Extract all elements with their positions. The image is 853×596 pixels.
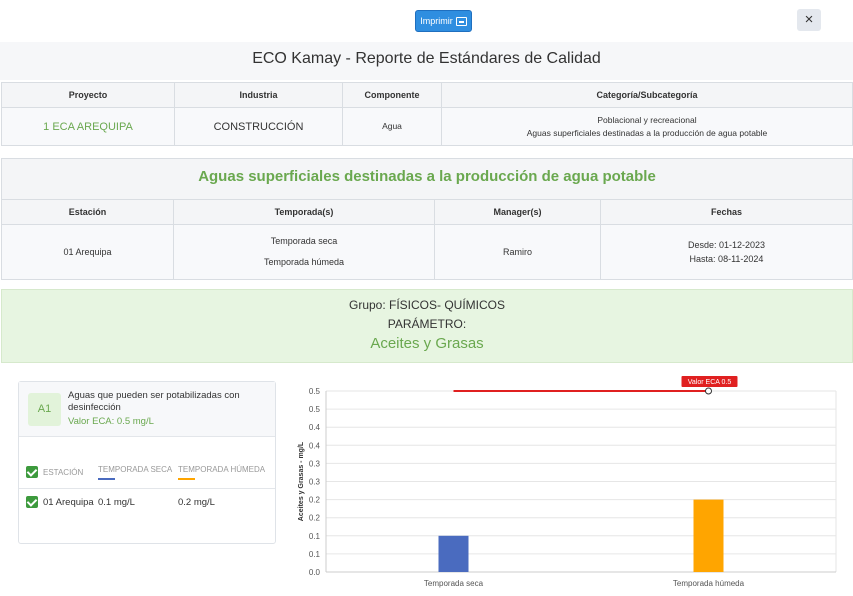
- category-value: Poblacional y recreacional Aguas superfi…: [441, 107, 853, 146]
- station-header-checkbox[interactable]: [26, 466, 38, 478]
- y-tick-label: 0.3: [309, 459, 321, 468]
- header-station: Estación: [1, 199, 174, 225]
- print-icon: [455, 16, 467, 26]
- bar: [438, 535, 469, 572]
- eca-card: A1 Aguas que pueden ser potabilizadas co…: [18, 381, 276, 544]
- section-title: Aguas superficiales destinadas a la prod…: [198, 168, 656, 185]
- eca-description: Aguas que pueden ser potabilizadas con d…: [68, 390, 240, 413]
- dry-legend-line: [98, 478, 115, 480]
- row-wet-value: 0.2 mg/L: [178, 497, 215, 508]
- header-industry: Industria: [174, 82, 343, 108]
- subcategory-text: Aguas superficiales destinadas a la prod…: [526, 127, 768, 138]
- report-title: ECO Kamay - Reporte de Estándares de Cal…: [252, 50, 601, 67]
- header-project: Proyecto: [1, 82, 175, 108]
- group-label: Grupo: FÍSICOS- QUÍMICOS: [348, 298, 506, 312]
- y-axis-label: Aceites y Grasas - mg/L: [298, 441, 305, 521]
- col-station: ESTACIÓN: [43, 468, 84, 477]
- y-tick-label: 0.4: [309, 441, 321, 450]
- project-table: Proyecto Industria Componente Categoría/…: [1, 82, 853, 146]
- date-to: Hasta: 08-11-2024: [689, 254, 764, 264]
- station-value: 01 Arequipa: [1, 224, 174, 280]
- header-managers: Manager(s): [434, 199, 601, 225]
- manager-value: Ramiro: [434, 224, 601, 280]
- project-value: 1 ECA AREQUIPA: [1, 107, 175, 146]
- y-tick-label: 0.0: [309, 568, 321, 577]
- eca-card-header: A1 Aguas que pueden ser potabilizadas co…: [19, 382, 275, 437]
- parameter-group-header: Grupo: FÍSICOS- QUÍMICOS PARÁMETRO: Acei…: [1, 289, 853, 363]
- seasons-value: Temporada seca Temporada húmeda: [173, 224, 435, 280]
- date-from: Desde: 01-12-2023: [687, 240, 766, 250]
- season-dry: Temporada seca: [270, 236, 338, 246]
- report-header: ECO Kamay - Reporte de Estándares de Cal…: [0, 42, 853, 80]
- header-category: Categoría/Subcategoría: [441, 82, 853, 108]
- header-seasons: Temporada(s): [173, 199, 435, 225]
- print-button[interactable]: Imprimir: [415, 10, 472, 32]
- header-component: Componente: [342, 82, 442, 108]
- y-tick-label: 0.2: [309, 496, 321, 505]
- x-tick-label: Temporada seca: [424, 579, 484, 588]
- parameter-name: Aceites y Grasas: [370, 335, 484, 352]
- modal-toolbar: Imprimir ×: [0, 0, 853, 42]
- eca-value: Valor ECA: 0.5 mg/L: [68, 416, 154, 427]
- close-button[interactable]: ×: [797, 9, 821, 31]
- header-dates: Fechas: [600, 199, 853, 225]
- component-value: Agua: [342, 107, 442, 146]
- y-tick-label: 0.4: [309, 423, 321, 432]
- industry-value: CONSTRUCCIÓN: [174, 107, 343, 146]
- parameter-label: PARÁMETRO:: [387, 317, 467, 331]
- y-tick-label: 0.1: [309, 532, 321, 541]
- x-tick-label: Temporada húmeda: [673, 579, 745, 588]
- eca-label-text: Valor ECA 0.5: [688, 379, 732, 386]
- row-dry-value: 0.1 mg/L: [98, 497, 135, 508]
- y-tick-label: 0.3: [309, 478, 321, 487]
- row-station: 01 Arequipa: [43, 497, 94, 508]
- close-icon: ×: [804, 11, 814, 28]
- y-tick-label: 0.2: [309, 514, 321, 523]
- y-tick-label: 0.5: [309, 405, 321, 414]
- wet-legend-line: [178, 478, 195, 480]
- col-wet: TEMPORADA HÚMEDA: [178, 465, 266, 474]
- bar: [693, 499, 724, 572]
- col-dry: TEMPORADA SECA: [98, 465, 173, 474]
- category-text: Poblacional y recreacional: [597, 114, 697, 125]
- eca-code-badge: A1: [28, 393, 61, 426]
- print-label: Imprimir: [420, 16, 453, 26]
- station-table: Estación Temporada(s) Manager(s) Fechas …: [1, 199, 853, 280]
- season-wet: Temporada húmeda: [263, 257, 345, 267]
- y-tick-label: 0.5: [309, 387, 321, 396]
- card-divider: [19, 488, 275, 489]
- bar-chart: 0.0 0.1 0.1 0.2 0.2 0.3 0.3 0.4 0.4 0.5 0.5 Aceites…: [298, 376, 837, 588]
- eca-reference-point: [705, 387, 712, 395]
- station-row-checkbox[interactable]: [26, 496, 38, 508]
- dates-value: Desde: 01-12-2023 Hasta: 08-11-2024: [600, 224, 853, 280]
- y-tick-label: 0.1: [309, 550, 321, 559]
